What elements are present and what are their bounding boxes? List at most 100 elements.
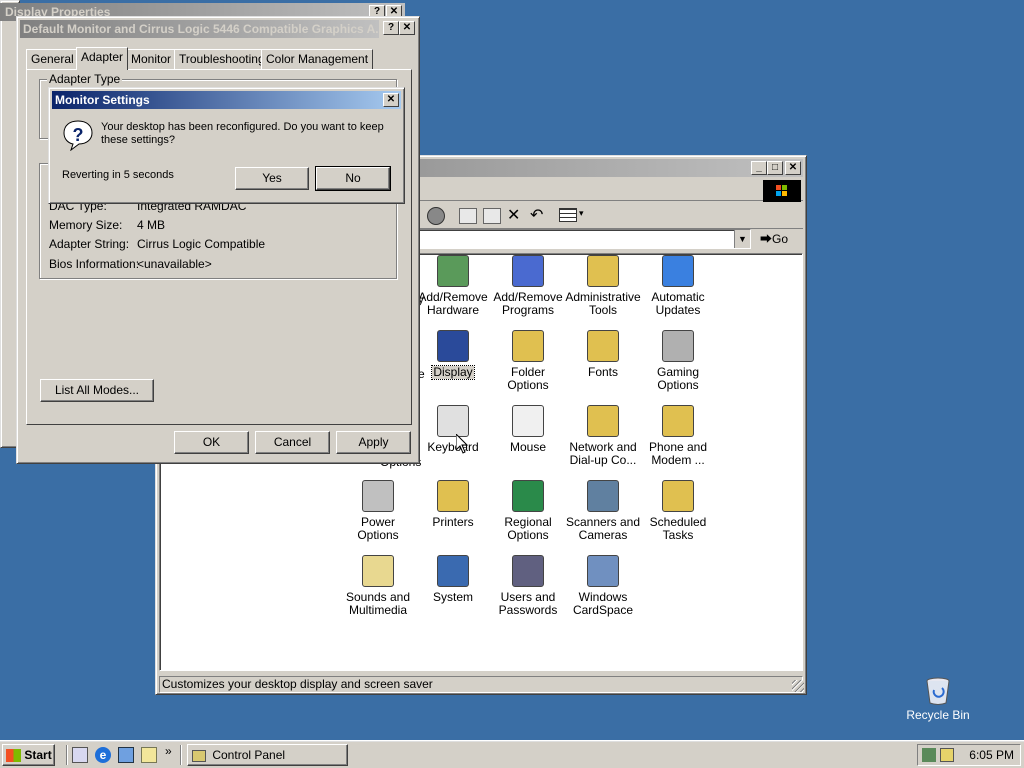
control-panel-item-label: Display <box>431 365 475 380</box>
yes-label: Yes <box>262 171 282 185</box>
control-panel-item[interactable]: Regional Options <box>488 480 568 542</box>
adapter-info-label: Memory Size: <box>49 218 123 232</box>
close-button[interactable]: ✕ <box>785 161 801 175</box>
copy-to-icon[interactable] <box>483 208 501 224</box>
control-panel-item[interactable]: Gaming Options <box>638 330 718 392</box>
control-panel-item-label: Windows CardSpace <box>572 590 634 617</box>
history-icon[interactable] <box>427 207 445 225</box>
control-panel-item[interactable]: Windows CardSpace <box>563 555 643 617</box>
monitor-settings-titlebar: Monitor Settings ✕ <box>52 91 401 109</box>
apply-button[interactable]: Apply <box>336 431 411 454</box>
undo-icon[interactable]: ↶ <box>530 205 543 225</box>
internet-explorer-icon[interactable]: e <box>95 747 111 763</box>
recycle-bin-label: Recycle Bin <box>906 708 970 722</box>
control-panel-item[interactable]: Sounds and Multimedia <box>338 555 418 617</box>
keyboard-icon <box>437 405 469 437</box>
power-icon <box>362 480 394 512</box>
control-panel-item[interactable]: Power Options <box>338 480 418 542</box>
start-label: Start <box>24 748 52 762</box>
no-button[interactable]: No <box>315 166 391 191</box>
address-input[interactable]: ▼ <box>416 229 751 249</box>
control-panel-item[interactable]: Automatic Updates <box>638 255 718 317</box>
adapter-info-value: <unavailable> <box>137 257 212 271</box>
control-panel-item-label: Phone and Modem ... <box>648 440 708 467</box>
tab-adapter[interactable]: Adapter <box>76 47 129 70</box>
control-panel-item-label: Automatic Updates <box>651 290 705 317</box>
network-tray-icon[interactable] <box>922 748 936 762</box>
cancel-label: Cancel <box>273 435 312 449</box>
quick-launch-divider <box>180 745 181 765</box>
control-panel-item[interactable]: System <box>413 555 493 604</box>
control-panel-item[interactable]: Administrative Tools <box>563 255 643 317</box>
control-panel-item[interactable]: Users and Passwords <box>488 555 568 617</box>
control-panel-item[interactable]: Fonts <box>563 330 643 379</box>
delete-icon[interactable]: ✕ <box>507 205 520 225</box>
control-panel-item-label: Keyboard <box>427 440 479 454</box>
go-button[interactable]: ⮕Go <box>760 230 788 250</box>
adapter-info-label: Adapter String: <box>49 237 130 251</box>
resize-grip-icon[interactable] <box>792 680 804 692</box>
tab-label: Monitor <box>131 52 172 66</box>
adapter-info-value: 4 MB <box>137 218 166 232</box>
monitor-settings-dialog: Monitor Settings ✕ ? Your desktop has be… <box>48 87 405 204</box>
taskbar-control-panel-button[interactable]: Control Panel <box>187 744 348 766</box>
close-button[interactable]: ✕ <box>383 93 399 107</box>
adapter-info-label: Bios Information: <box>49 257 140 271</box>
control-panel-item-label: System <box>432 590 473 604</box>
control-panel-item-label: Network and Dial-up Co... <box>569 440 637 467</box>
ok-button[interactable]: OK <box>174 431 249 454</box>
mouse-cursor-icon <box>455 432 469 457</box>
adapter-dialog-titlebar: Default Monitor and Cirrus Logic 5446 Co… <box>20 20 379 38</box>
maximize-button[interactable]: □ <box>767 161 783 175</box>
control-panel-item[interactable]: Mouse <box>488 405 568 454</box>
windows-flag-icon <box>6 749 21 763</box>
control-panel-item-label: Printers <box>432 515 474 529</box>
tab-color-management[interactable]: Color Management <box>261 49 374 69</box>
status-text: Customizes your desktop display and scre… <box>162 677 433 691</box>
views-dropdown-icon[interactable]: ▾ <box>579 208 584 219</box>
display-tray-icon[interactable] <box>940 748 954 762</box>
control-panel-item-label: Users and Passwords <box>498 590 558 617</box>
control-panel-item[interactable]: Phone and Modem ... <box>638 405 718 467</box>
printer-icon <box>437 480 469 512</box>
recycle-bin[interactable]: Recycle Bin <box>904 676 972 722</box>
yes-button[interactable]: Yes <box>235 167 309 190</box>
control-panel-item[interactable]: Scanners and Cameras <box>563 480 643 542</box>
move-to-icon[interactable] <box>459 208 477 224</box>
chevron-right-icon[interactable]: » <box>165 744 172 758</box>
adapter-properties-dialog: Default Monitor and Cirrus Logic 5446 Co… <box>16 16 420 464</box>
minimize-button[interactable]: _ <box>751 161 767 175</box>
clock[interactable]: 6:05 PM <box>969 748 1014 762</box>
system-tray: 6:05 PM <box>917 744 1021 766</box>
cardspace-icon <box>587 555 619 587</box>
address-dropdown-icon[interactable]: ▼ <box>734 230 750 248</box>
list-all-modes-button[interactable]: List All Modes... <box>40 379 154 402</box>
start-button[interactable]: Start <box>2 744 55 766</box>
control-panel-item-label: Gaming Options <box>656 365 700 392</box>
control-panel-item[interactable]: Printers <box>413 480 493 529</box>
control-panel-item[interactable]: Add/Remove Hardware <box>413 255 493 317</box>
control-panel-item[interactable]: Folder Options <box>488 330 568 392</box>
control-panel-item[interactable]: Keyboard <box>413 405 493 454</box>
tab-troubleshooting[interactable]: Troubleshooting <box>174 49 270 69</box>
search-icon[interactable] <box>141 747 157 763</box>
control-panel-item[interactable]: Scheduled Tasks <box>638 480 718 542</box>
users-icon <box>512 555 544 587</box>
views-icon[interactable] <box>559 208 577 222</box>
tab-general[interactable]: General <box>26 49 79 69</box>
cancel-button[interactable]: Cancel <box>255 431 330 454</box>
control-panel-item[interactable]: Network and Dial-up Co... <box>563 405 643 467</box>
control-panel-item-label: Add/Remove Hardware <box>418 290 488 317</box>
control-panel-item-label: Mouse <box>509 440 547 454</box>
outlook-express-icon[interactable] <box>118 747 134 763</box>
help-button[interactable]: ? <box>383 21 399 35</box>
close-button[interactable]: ✕ <box>399 21 415 35</box>
adapter-type-label: Adapter Type <box>47 72 123 86</box>
hardware-icon <box>437 255 469 287</box>
tab-monitor[interactable]: Monitor <box>126 49 177 69</box>
control-panel-item[interactable]: Add/Remove Programs <box>488 255 568 317</box>
show-desktop-icon[interactable] <box>72 747 88 763</box>
control-panel-item[interactable]: Display <box>413 330 493 380</box>
status-bar: Customizes your desktop display and scre… <box>159 676 803 693</box>
countdown-text: Reverting in 5 seconds <box>62 169 174 181</box>
